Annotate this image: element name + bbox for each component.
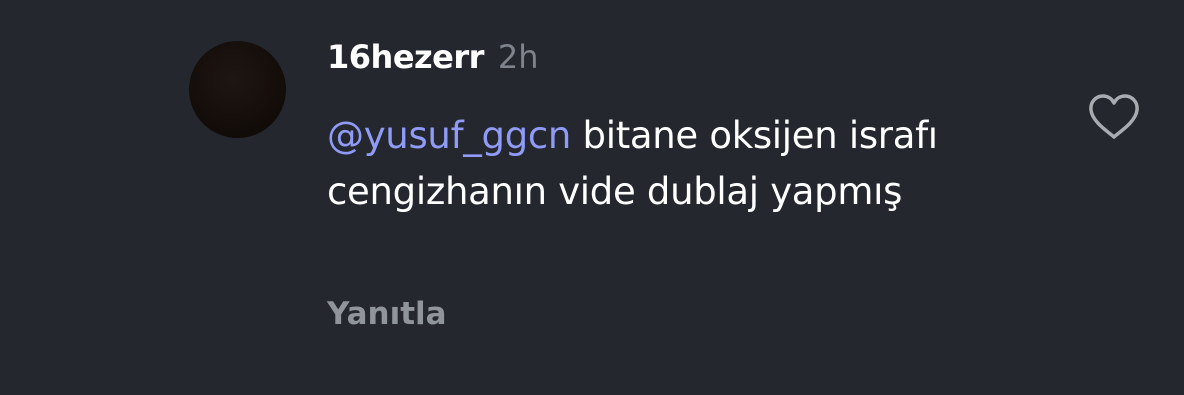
mention-link[interactable]: @yusuf_ggcn — [327, 114, 571, 157]
mention-icon: @ — [327, 114, 364, 157]
like-button[interactable] — [1086, 92, 1142, 142]
mention-username: yusuf_ggcn — [363, 114, 572, 157]
avatar[interactable] — [189, 41, 286, 138]
comment-header: 16hezerr 2h — [327, 38, 539, 86]
reply-button[interactable]: Yanıtla — [327, 296, 447, 332]
username[interactable]: 16hezerr — [327, 38, 484, 76]
comment-item: 16hezerr 2h @yusuf_ggcn bitane oksijen i… — [0, 0, 1184, 395]
comment-text: @yusuf_ggcn bitane oksijen israfı cengiz… — [327, 108, 1027, 220]
timestamp: 2h — [497, 38, 539, 76]
heart-outline-icon — [1089, 94, 1139, 139]
